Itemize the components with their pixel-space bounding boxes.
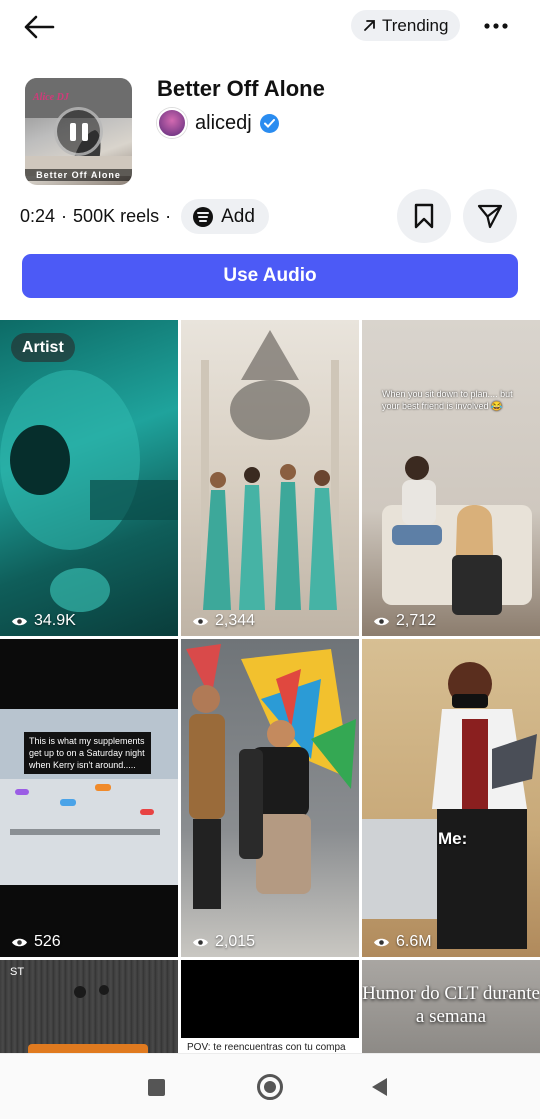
add-label: Add [221,205,255,227]
send-icon [477,204,503,229]
arrow-up-right-icon [364,20,375,31]
use-audio-button[interactable]: Use Audio [22,254,518,298]
audio-meta-row: 0:24 · 500K reels · Add [20,199,269,234]
trending-button[interactable]: Trending [351,10,461,41]
save-audio-button[interactable] [397,189,451,243]
eye-icon [12,617,27,625]
reel-caption: Humor do CLT durante a semana [362,983,540,1027]
reel-caption: ST [10,966,25,978]
view-count: 6.6M [373,933,432,951]
song-title: Better Off Alone [157,76,325,101]
more-options-button[interactable] [480,12,512,40]
spotify-icon [193,206,214,227]
reels-grid: Artist 34.9K 2,344 When you sit down to … [0,320,540,1053]
trending-label: Trending [382,15,449,35]
system-nav-bar [0,1053,540,1119]
eye-icon [12,938,27,946]
reel-tile[interactable]: POV: te reencuentras con tu compa [181,960,359,1053]
back-button[interactable] [20,10,58,44]
view-count: 2,015 [192,933,255,951]
svg-text:Alice DJ: Alice DJ [32,92,70,103]
reel-tile[interactable]: When you sit down to plan.... but your b… [362,320,540,636]
reel-caption: This is what my supplements get up to on… [24,732,151,774]
meta-separator: · [61,206,68,226]
reel-tile[interactable]: 2,015 [181,639,359,957]
more-horizontal-icon [484,23,508,29]
eye-icon [374,938,389,946]
view-count: 34.9K [11,612,76,630]
reel-tile[interactable]: Humor do CLT durante a semana [362,960,540,1053]
artist-name[interactable]: alicedj [195,112,252,135]
artist-row[interactable]: alicedj [157,108,279,138]
triangle-back-icon[interactable] [372,1078,387,1096]
reel-tile[interactable]: ST [0,960,178,1053]
artist-avatar[interactable] [157,108,187,138]
eye-icon [374,617,389,625]
meta-separator: · [165,206,172,226]
arrow-left-icon [24,15,55,39]
view-count: 2,712 [373,612,436,630]
artist-badge: Artist [11,333,75,362]
album-cover-text: Better Off Alone [25,169,132,181]
reel-tile[interactable]: Me: 6.6M [362,639,540,957]
album-cover[interactable]: Alice DJ Better Off Alone [25,78,132,185]
reel-tile[interactable]: Artist 34.9K [0,320,178,636]
share-audio-button[interactable] [463,189,517,243]
eye-icon [193,938,208,946]
square-icon[interactable] [148,1079,165,1096]
reel-tile[interactable]: This is what my supplements get up to on… [0,639,178,957]
audio-duration: 0:24 [20,206,56,226]
add-to-spotify-button[interactable]: Add [181,199,269,234]
reel-tile[interactable]: 2,344 [181,320,359,636]
reel-caption: POV: te reencuentras con tu compa [181,1038,359,1053]
reels-count: 500K reels [73,206,160,226]
bookmark-icon [414,203,434,229]
eye-icon [193,617,208,625]
pause-icon[interactable] [54,107,103,156]
verified-badge-icon [259,113,279,133]
view-count: 526 [11,933,61,951]
reel-caption: Me: [438,829,468,848]
top-bar: Trending [0,0,540,54]
circle-icon[interactable] [257,1074,283,1100]
view-count: 2,344 [192,612,255,630]
reel-caption: When you sit down to plan.... but your b… [382,389,513,411]
